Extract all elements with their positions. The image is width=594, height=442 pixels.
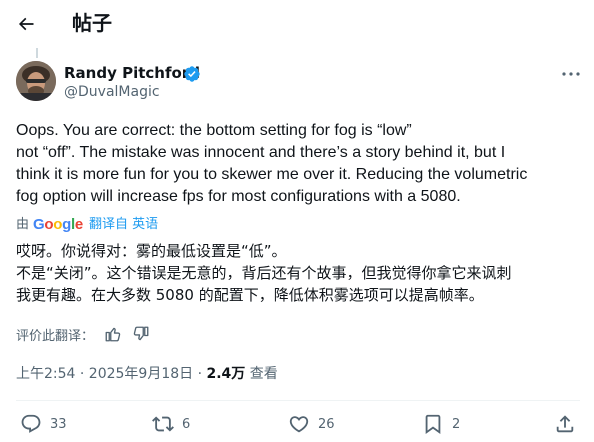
tweet-text-line: fog option will increase fps for most co… [16,188,461,205]
divider [16,400,580,401]
translated-text-line: 我更有趣。在大多数 5080 的配置下，降低体积雾选项可以提高帧率。 [16,286,484,304]
share-button[interactable] [554,412,584,436]
translated-text-line: 不是“关闭”。这个错误是无意的，背后还有个故事，但我觉得你拿它来讽刺 [16,264,512,282]
tweet-text-line: not “off”. The mistake was innocent and … [16,144,506,161]
thumbs-down-icon[interactable] [132,325,150,343]
repost-icon [152,416,174,432]
google-logo-letter: o [44,216,54,233]
top-bar: 帖子 [0,0,594,48]
translated-from-link[interactable]: 翻译自 英语 [89,216,158,234]
page-title: 帖子 [72,11,112,35]
bookmark-icon [425,414,441,435]
like-button[interactable]: 26 [288,412,335,436]
rate-translation-label: 评价此翻译： [16,328,95,344]
thumbs-up-icon[interactable] [104,325,122,343]
repost-button[interactable]: 6 [152,412,190,436]
translated-text-line: 哎呀。你说得对：雾的最低设置是“低”。 [16,242,287,260]
arrow-left-icon[interactable] [16,14,36,34]
action-bar: 33 6 26 2 [0,408,594,442]
heart-icon [289,416,309,433]
bookmark-count: 2 [452,416,461,432]
tweet-text-line: Oops. You are correct: the bottom settin… [16,122,412,139]
translated-text: 哎呀。你说得对：雾的最低设置是“低”。 不是“关闭”。这个错误是无意的，背后还有… [16,240,580,306]
translated-by-label: 由 [16,217,30,232]
tweet-text-line: think it is more fun for you to skewer m… [16,166,528,183]
bookmark-button[interactable]: 2 [422,412,460,436]
avatar[interactable] [16,61,56,101]
views-label: 查看 [245,366,278,382]
google-logo-letter: g [62,216,72,233]
repost-count: 6 [182,416,191,432]
more-options-icon[interactable] [559,62,583,86]
tweet-metadata: 上午2:54 · 2025年9月18日 · 2.4万 查看 [16,364,278,384]
tweet-text: Oops. You are correct: the bottom settin… [16,120,580,208]
thread-connector [36,48,38,58]
rate-translation: 评价此翻译： [16,324,160,344]
reply-button[interactable]: 33 [20,412,67,436]
google-logo-letter: G [33,216,45,233]
author-name[interactable]: Randy Pitchford [64,63,200,83]
verified-badge-icon [184,66,200,82]
google-logo-letter: o [53,216,63,233]
share-icon [556,415,574,433]
reply-icon [21,414,41,433]
google-logo-letter: e [74,216,83,233]
reply-count: 33 [50,416,67,432]
like-count: 26 [318,416,335,432]
google-logo: Google [33,216,83,234]
author-handle[interactable]: @DuvalMagic [64,83,160,101]
timestamp[interactable]: 上午2:54 · 2025年9月18日 · [16,366,207,382]
views-count: 2.4万 [206,366,246,382]
translation-attribution: 由 Google 翻译自 英语 [16,216,158,234]
